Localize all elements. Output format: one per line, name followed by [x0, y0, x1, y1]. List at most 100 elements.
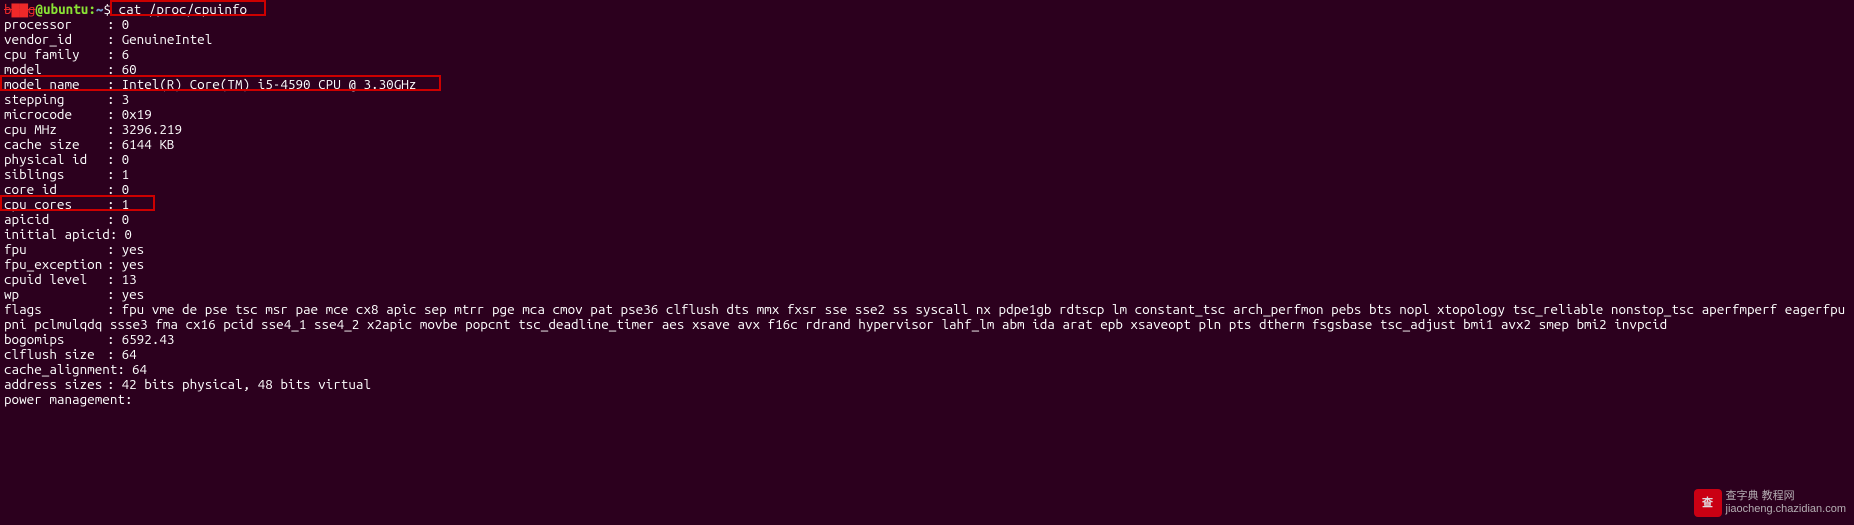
- row-cpu-mhz: cpu MHz:3296.219: [4, 122, 1850, 137]
- row-physical-id: physical id:0: [4, 152, 1850, 167]
- label-bogomips: bogomips: [4, 332, 107, 347]
- sep: :: [110, 227, 118, 242]
- watermark-text: 查字典 教程网 jiaocheng.chazidian.com: [1726, 490, 1846, 516]
- value-bogomips: 6592.43: [122, 332, 175, 347]
- sep: :: [107, 242, 115, 257]
- prompt-user-redacted: b▇▇g: [4, 2, 35, 17]
- value-core-id: 0: [122, 182, 130, 197]
- prompt-space: [111, 2, 119, 17]
- value-microcode: 0x19: [122, 107, 152, 122]
- value-flags: fpu vme de pse tsc msr pae mce cx8 apic …: [4, 301, 1853, 332]
- label-fpu: fpu: [4, 242, 107, 257]
- sep: :: [107, 47, 115, 62]
- row-flags: flags:fpu vme de pse tsc msr pae mce cx8…: [4, 302, 1850, 332]
- sep: :: [107, 377, 115, 392]
- row-apicid: apicid:0: [4, 212, 1850, 227]
- row-clflush-size: clflush size:64: [4, 347, 1850, 362]
- label-cpu-cores: cpu cores: [4, 197, 107, 212]
- sep: :: [107, 17, 115, 32]
- watermark-logo-icon: 查: [1694, 489, 1722, 517]
- value-cpu-cores: 1: [122, 197, 130, 212]
- value-fpu: yes: [122, 242, 145, 257]
- prompt-dollar: $: [103, 2, 111, 17]
- row-wp: wp: yes: [4, 287, 1850, 302]
- sep: :: [107, 167, 115, 182]
- sep: :: [107, 122, 115, 137]
- watermark-line1: 查字典 教程网: [1726, 490, 1846, 503]
- label-cache-alignment: cache_alignment: [4, 362, 117, 377]
- label-core-id: core id: [4, 182, 107, 197]
- value-cache-alignment: 64: [132, 362, 147, 377]
- sep: :: [107, 152, 115, 167]
- row-cpuid-level: cpuid level:13: [4, 272, 1850, 287]
- sep: :: [107, 287, 115, 302]
- row-power-management: power management:: [4, 392, 1850, 407]
- row-stepping: stepping:3: [4, 92, 1850, 107]
- sep: :: [107, 257, 115, 272]
- row-cache-alignment: cache_alignment:64: [4, 362, 1850, 377]
- label-clflush-size: clflush size: [4, 347, 107, 362]
- value-stepping: 3: [122, 92, 130, 107]
- row-initial-apicid: initial apicid:0: [4, 227, 1850, 242]
- label-physical-id: physical id: [4, 152, 107, 167]
- value-fpu-exception: yes: [122, 257, 145, 272]
- sep: :: [107, 77, 115, 92]
- label-apicid: apicid: [4, 212, 107, 227]
- value-apicid: 0: [122, 212, 130, 227]
- sep: :: [107, 32, 115, 47]
- value-cache-size: 6144 KB: [122, 137, 175, 152]
- row-cpu-family: cpu family:6: [4, 47, 1850, 62]
- value-model: 60: [122, 62, 137, 77]
- label-address-sizes: address sizes: [4, 377, 107, 392]
- value-clflush-size: 64: [122, 347, 137, 362]
- row-cache-size: cache size:6144 KB: [4, 137, 1850, 152]
- row-address-sizes: address sizes:42 bits physical, 48 bits …: [4, 377, 1850, 392]
- value-model-name: Intel(R) Core(TM) i5-4590 CPU @ 3.30GHz: [122, 77, 417, 92]
- value-physical-id: 0: [122, 152, 130, 167]
- row-model-name: model name: Intel(R) Core(TM) i5-4590 CPU…: [4, 77, 1850, 92]
- value-address-sizes: 42 bits physical, 48 bits virtual: [122, 377, 371, 392]
- value-processor: 0: [122, 17, 130, 32]
- sep: :: [107, 92, 115, 107]
- label-cpu-mhz: cpu MHz: [4, 122, 107, 137]
- label-model-name: model name: [4, 77, 107, 92]
- command-text[interactable]: cat /proc/cpuinfo: [119, 2, 248, 17]
- label-initial-apicid: initial apicid: [4, 227, 110, 242]
- value-wp: yes: [122, 287, 145, 302]
- row-vendor-id: vendor_id:GenuineIntel: [4, 32, 1850, 47]
- row-cpu-cores: cpu cores:1: [4, 197, 1850, 212]
- value-cpu-mhz: 3296.219: [122, 122, 182, 137]
- sep: :: [107, 197, 115, 212]
- sep: :: [107, 212, 115, 227]
- sep: :: [107, 302, 115, 317]
- watermark: 查 查字典 教程网 jiaocheng.chazidian.com: [1694, 489, 1846, 517]
- prompt-host: @ubuntu: [35, 2, 88, 17]
- label-cache-size: cache size: [4, 137, 107, 152]
- row-processor: processor:0: [4, 17, 1850, 32]
- row-siblings: siblings:1: [4, 167, 1850, 182]
- row-model: model:60: [4, 62, 1850, 77]
- row-fpu: fpu: yes: [4, 242, 1850, 257]
- label-wp: wp: [4, 287, 107, 302]
- sep: :: [125, 392, 133, 407]
- value-siblings: 1: [122, 167, 130, 182]
- label-fpu-exception: fpu_exception: [4, 257, 107, 272]
- label-stepping: stepping: [4, 92, 107, 107]
- row-fpu-exception: fpu_exception: yes: [4, 257, 1850, 272]
- value-initial-apicid: 0: [124, 227, 132, 242]
- value-vendor-id: GenuineIntel: [122, 32, 213, 47]
- label-microcode: microcode: [4, 107, 107, 122]
- sep: :: [107, 272, 115, 287]
- sep: :: [107, 332, 115, 347]
- label-cpuid-level: cpuid level: [4, 272, 107, 287]
- prompt-path: ~: [96, 2, 104, 17]
- label-power-management: power management: [4, 392, 125, 407]
- prompt-line: b▇▇g @ubuntu : ~ $ cat /proc/cpuinfo: [4, 2, 1850, 17]
- sep: :: [107, 107, 115, 122]
- row-bogomips: bogomips:6592.43: [4, 332, 1850, 347]
- sep: :: [107, 137, 115, 152]
- value-cpuid-level: 13: [122, 272, 137, 287]
- sep: :: [107, 182, 115, 197]
- label-siblings: siblings: [4, 167, 107, 182]
- sep: :: [107, 347, 115, 362]
